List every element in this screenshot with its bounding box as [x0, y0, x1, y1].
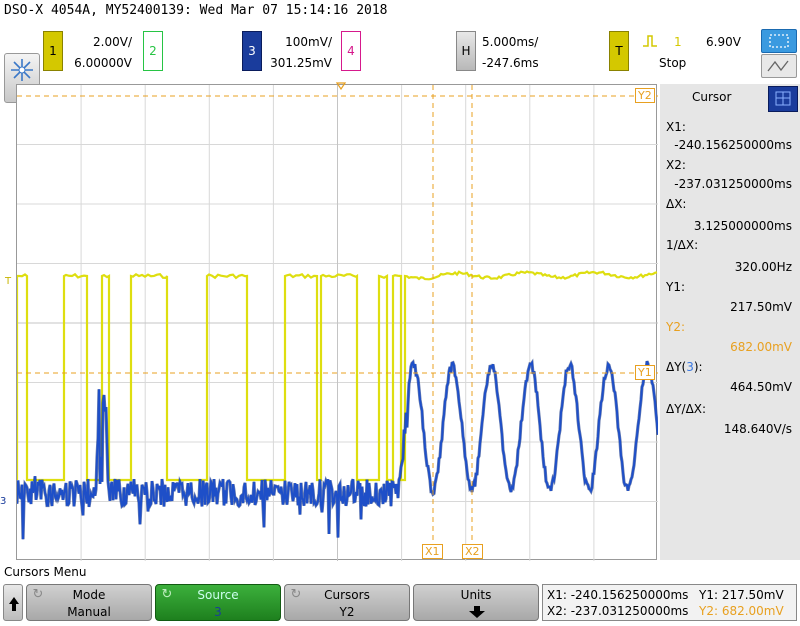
y1-label: Y1:: [666, 280, 686, 294]
cursor-results-panel: Cursor X1: -240.156250000ms X2: -237.031…: [660, 84, 800, 560]
channel-1-offset: 6.00000V: [74, 56, 132, 70]
inverse-delta-x-label: 1/ΔX:: [666, 238, 699, 252]
cursors-value: Y2: [339, 605, 355, 619]
channel-3-offset: 301.25mV: [270, 56, 332, 70]
arrow-up-icon: [9, 597, 19, 611]
cursors-softkey[interactable]: ↻ Cursors Y2: [284, 584, 410, 621]
arrow-down-icon: [469, 606, 485, 618]
source-label: Source: [197, 588, 239, 602]
cursor-tab-title: Cursor: [692, 90, 732, 104]
units-softkey[interactable]: Units: [413, 584, 539, 621]
delta-y-label-suffix: ):: [693, 360, 703, 374]
horizontal-scale: 5.000ms/: [482, 35, 539, 49]
waveform-display[interactable]: [15, 84, 660, 561]
channel-3-number: 3: [248, 44, 256, 58]
rising-edge-icon: [643, 35, 657, 47]
channel-3-scale: 100mV/: [285, 35, 332, 49]
readout-x1: X1: -240.156250000ms: [547, 588, 689, 602]
delta-x-label: ΔX:: [666, 197, 687, 211]
trigger-time-marker-icon: [336, 82, 346, 90]
readout-y2: Y2: 682.00mV: [699, 604, 784, 618]
measurement-tab[interactable]: [768, 86, 798, 112]
delta-y-value: 464.50mV: [730, 380, 792, 394]
cursor-y2-label[interactable]: Y2: [635, 88, 655, 103]
inverse-delta-x-value: 320.00Hz: [734, 260, 792, 274]
cursor-x2-label[interactable]: X2: [462, 544, 483, 559]
delta-x-value: 3.125000000ms: [693, 219, 792, 233]
channel-4-number: 4: [347, 44, 355, 58]
menu-up-button[interactable]: [3, 584, 23, 621]
channel-1-button[interactable]: 1: [43, 31, 63, 71]
measurement-grid-icon: [775, 91, 791, 106]
source-softkey[interactable]: ↻ Source 3: [155, 584, 281, 621]
trigger-level-marker: T: [5, 276, 12, 287]
source-value: 3: [214, 605, 222, 619]
channel-2-button[interactable]: 2: [143, 31, 163, 71]
delta-y-label-channel: 3: [686, 360, 694, 374]
horizontal-button[interactable]: H: [456, 31, 476, 71]
cursor-x1-label[interactable]: X1: [422, 544, 443, 559]
channel-1-number: 1: [49, 44, 57, 58]
horizontal-label: H: [461, 44, 471, 58]
x1-value: -240.156250000ms: [674, 138, 792, 152]
dy-dx-value: 148.640V/s: [723, 422, 792, 436]
y2-label: Y2:: [666, 320, 686, 334]
channel-3-button[interactable]: 3: [242, 31, 262, 71]
x2-label: X2:: [666, 158, 686, 172]
trigger-level: 6.90V: [706, 35, 741, 49]
trigger-label: T: [615, 44, 623, 58]
delta-y-label: ΔY(3):: [666, 360, 703, 374]
run-status: Stop: [659, 56, 687, 70]
delta-y-label-prefix: ΔY(: [666, 360, 687, 374]
readout-y1: Y1: 217.50mV: [699, 588, 784, 602]
mode-softkey[interactable]: ↻ Mode Manual: [26, 584, 152, 621]
waveform-canvas: [15, 85, 660, 561]
mode-value: Manual: [67, 605, 111, 619]
top-control-bar: 1 2.00V/ 6.00000V 2 3 100mV/ 301.25mV 4 …: [0, 24, 800, 103]
cursors-label: Cursors: [324, 588, 370, 602]
trigger-button[interactable]: T: [609, 31, 629, 71]
dy-dx-label: ΔY/ΔX:: [666, 402, 707, 416]
cursor-y1-label[interactable]: Y1: [635, 365, 655, 380]
channel-2-number: 2: [149, 44, 157, 58]
trigger-source: 1: [674, 35, 682, 49]
menu-title: Cursors Menu: [4, 565, 87, 579]
navigate-icon: [767, 60, 789, 72]
cursor-readout-box: X1: -240.156250000ms X2: -237.031250000m…: [542, 584, 797, 621]
channel-1-scale: 2.00V/: [93, 35, 132, 49]
mode-label: Mode: [72, 588, 106, 602]
navigate-button[interactable]: [761, 54, 797, 78]
cursor-tab[interactable]: Cursor: [660, 84, 764, 110]
y1-value: 217.50mV: [730, 300, 792, 314]
y2-value: 682.00mV: [730, 340, 792, 354]
channel-4-button[interactable]: 4: [341, 31, 361, 71]
readout-x2: X2: -237.031250000ms: [547, 604, 689, 618]
channel-3-ground-marker: 3: [0, 496, 7, 507]
zoom-icon: [769, 34, 789, 48]
units-label: Units: [460, 588, 492, 602]
horizontal-position: -247.6ms: [482, 56, 539, 70]
x1-label: X1:: [666, 120, 686, 134]
zoom-button[interactable]: [761, 29, 797, 53]
window-title: DSO-X 4054A, MY52400139: Wed Mar 07 15:1…: [4, 3, 388, 18]
x2-value: -237.031250000ms: [674, 177, 792, 191]
